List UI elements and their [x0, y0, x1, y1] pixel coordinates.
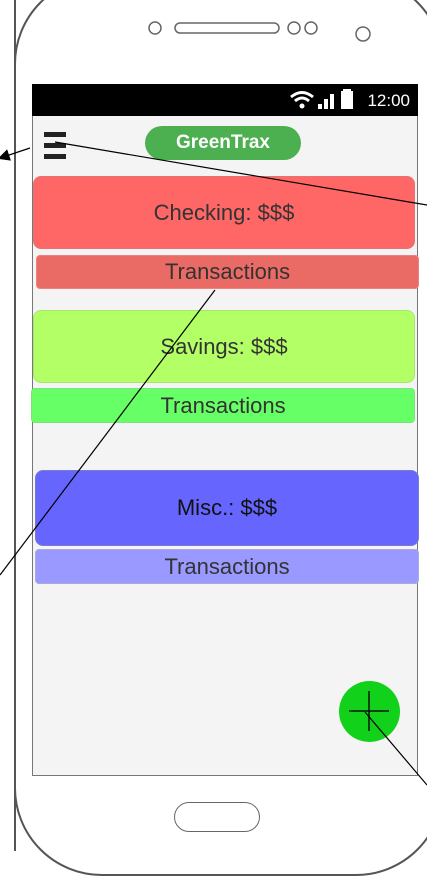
checking-transactions-button[interactable]: Transactions — [36, 255, 419, 289]
phone-speaker-sensors — [148, 21, 371, 42]
checking-balance-label: Checking: $$$ — [153, 199, 295, 225]
add-account-button[interactable] — [339, 681, 400, 742]
signal-icon — [318, 94, 334, 109]
misc-transactions-button[interactable]: Transactions — [35, 549, 419, 584]
status-icons — [290, 89, 353, 109]
misc-account-card[interactable]: Misc.: $$$ — [35, 470, 419, 546]
battery-icon — [341, 89, 353, 109]
hamburger-menu-icon[interactable] — [44, 132, 66, 162]
misc-transactions-label: Transactions — [164, 553, 290, 579]
plus-icon — [349, 691, 389, 731]
wifi-icon — [290, 91, 314, 109]
savings-account-card[interactable]: Savings: $$$ — [33, 310, 415, 383]
savings-transactions-button[interactable]: Transactions — [31, 388, 415, 423]
checking-transactions-label: Transactions — [164, 259, 291, 284]
app-title: GreenTrax — [145, 126, 301, 160]
status-time: 12:00 — [367, 91, 410, 110]
phone-home-button — [174, 802, 260, 832]
status-bar: 12:00 — [32, 84, 418, 116]
misc-balance-label: Misc.: $$$ — [176, 495, 278, 520]
phone-frame-edge — [14, 0, 16, 851]
checking-account-card[interactable]: Checking: $$$ — [33, 176, 415, 249]
savings-balance-label: Savings: $$$ — [160, 333, 288, 359]
savings-transactions-label: Transactions — [160, 392, 286, 418]
